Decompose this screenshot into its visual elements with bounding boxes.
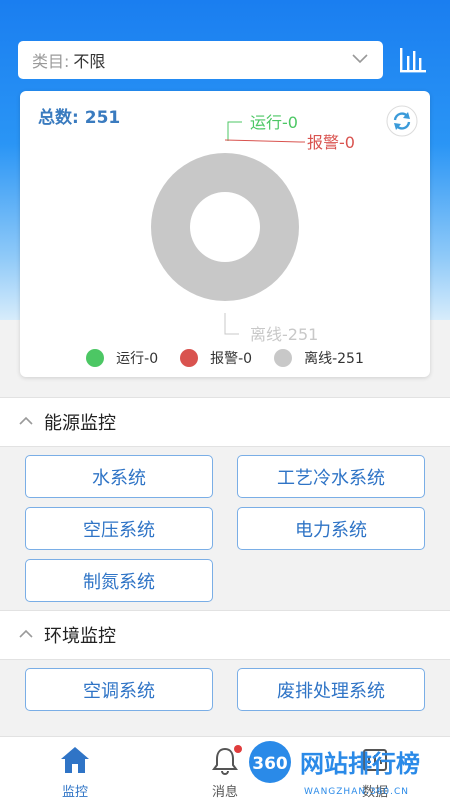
callout-line-running [227,121,242,141]
section-header-energy[interactable]: 能源监控 [0,397,450,447]
callout-running: 运行-0 [250,113,298,132]
power-system-button[interactable]: 电力系统 [237,507,425,550]
legend-item-running: 运行-0 [86,348,158,368]
section-title-environment: 环境监控 [44,626,116,647]
nitrogen-system-button[interactable]: 制氮系统 [25,559,213,602]
status-card: 总数: 251 运行-0 报警-0 离线-251 运行-0 报警-0 离线-25… [20,91,430,377]
callout-line-offline [224,313,239,335]
chevron-down-icon [352,54,368,64]
filter-label: 类目: [32,52,70,71]
legend-dot-offline [274,349,293,367]
compressed-air-button[interactable]: 空压系统 [25,507,213,550]
exhaust-treatment-button[interactable]: 废排处理系统 [237,668,425,711]
callout-line-alarm [224,139,305,143]
chevron-up-icon [19,416,33,425]
donut-slices [151,153,299,301]
tab-monitor[interactable]: 监控 [0,737,150,800]
watermark: 360 网站排行榜 WANGZHAN.360.CN [249,741,420,797]
callout-offline: 离线-251 [250,325,318,344]
tab-label-monitor: 监控 [61,785,88,800]
donut-hole [190,192,260,262]
legend-label-alarm: 报警-0 [210,351,253,367]
section-header-environment[interactable]: 环境监控 [0,610,450,660]
legend-item-offline: 离线-251 [274,348,364,368]
legend-dot-running [86,349,105,367]
water-system-button[interactable]: 水系统 [25,455,213,498]
legend-label-offline: 离线-251 [304,351,364,367]
unread-badge [234,745,242,753]
section-title-energy: 能源监控 [44,413,116,434]
home-icon [61,747,89,773]
chevron-up-icon [19,629,33,638]
callout-alarm: 报警-0 [307,133,355,152]
watermark-sub: WANGZHAN.360.CN [304,787,409,797]
watermark-badge: 360 [252,754,288,774]
legend-label-running: 运行-0 [116,351,159,367]
filter-value: 不限 [73,52,106,71]
category-filter-select[interactable]: 类目: 不限 [18,41,383,79]
legend-dot-alarm [180,349,199,367]
chart-legend: 运行-0 报警-0 离线-251 [20,348,430,368]
legend-item-alarm: 报警-0 [180,348,252,368]
hvac-system-button[interactable]: 空调系统 [25,668,213,711]
process-chilled-water-button[interactable]: 工艺冷水系统 [237,455,425,498]
bar-chart-icon[interactable] [398,44,428,76]
watermark-text: 网站排行榜 [300,750,420,778]
status-donut-chart: 运行-0 报警-0 离线-251 [151,113,355,344]
